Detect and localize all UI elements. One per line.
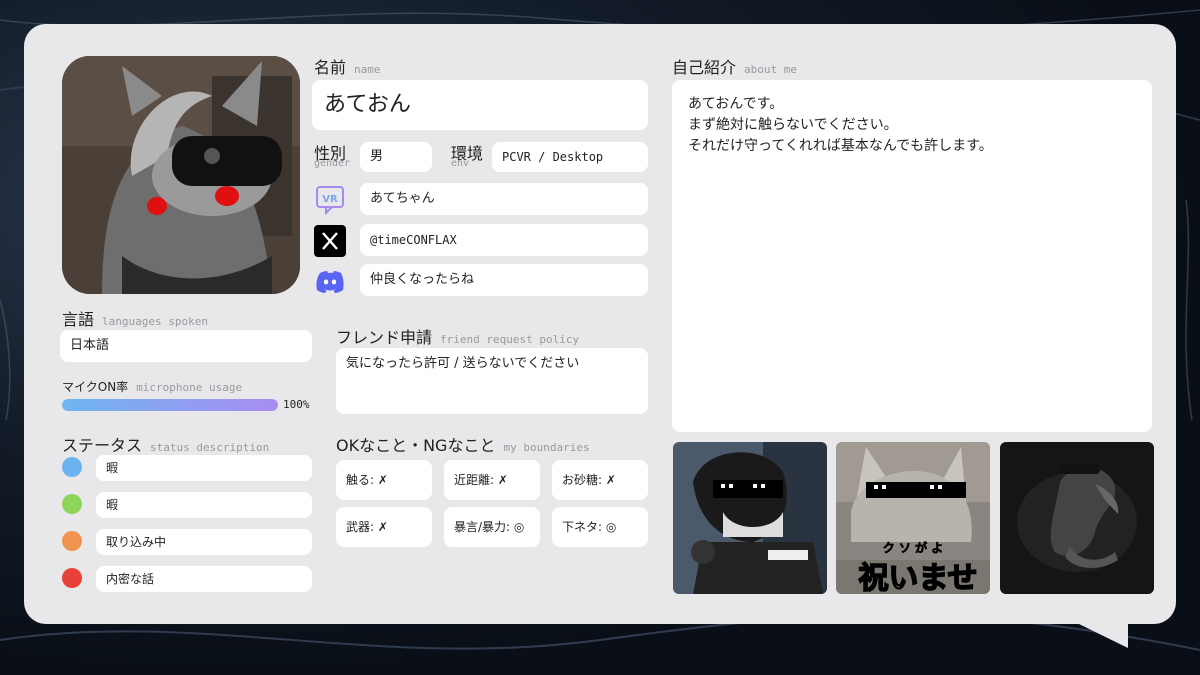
boundary-item: お砂糖: ✗ (552, 460, 648, 500)
languages-field: 日本語 (60, 330, 312, 362)
languages-sub: languages spoken (102, 315, 208, 328)
boundary-item: 近距離: ✗ (444, 460, 540, 500)
mic-percent: 100% (283, 398, 310, 411)
env-value: PCVR / Desktop (502, 150, 604, 164)
friend-heading: フレンド申請 friend request policy (336, 324, 579, 348)
about-line: あておんです。 (688, 96, 784, 112)
x-field: @timeCONFLAX (360, 224, 648, 256)
name-field: あておん (312, 80, 648, 130)
x-value: @timeCONFLAX (370, 233, 457, 247)
friend-sub: friend request policy (440, 333, 580, 346)
status-dot (62, 568, 82, 588)
discord-value: 仲良くなったらね (370, 272, 475, 287)
boundary-text: 暴言/暴力: ◎ (454, 520, 525, 534)
boundary-item: 武器: ✗ (336, 507, 432, 547)
env-field: PCVR / Desktop (492, 142, 648, 172)
mic-usage-fill (62, 399, 278, 411)
status-dot (62, 494, 82, 514)
languages-label: 言語 (62, 310, 95, 329)
status-sub: status description (150, 441, 270, 454)
mic-label: マイクON率 (62, 380, 129, 394)
speech-tail (1030, 600, 1128, 648)
discord-icon (316, 271, 344, 293)
env-sub: env (451, 158, 470, 169)
boundaries-sub: my boundaries (503, 441, 590, 454)
photo-thumbnail-3 (1000, 442, 1154, 594)
name-value: あておん (324, 92, 411, 117)
boundaries-heading: OKなこと・NGなこと my boundaries (336, 432, 590, 456)
vrchat-value: あてちゃん (370, 191, 435, 206)
about-line: まず絶対に触らないでください。 (688, 117, 898, 133)
about-label: 自己紹介 (672, 58, 737, 77)
boundary-text: 触る: ✗ (346, 473, 388, 487)
status-text: 内密な話 (106, 572, 155, 586)
friend-field: 気になったら許可 / 送らないでください (336, 348, 648, 414)
photo-caption-text: 祝いませ (858, 561, 977, 594)
photo-thumbnail-2: ク ソ が よ 祝いませ (836, 442, 990, 594)
languages-heading: 言語 languages spoken (62, 306, 208, 330)
status-item: 暇 (96, 455, 312, 481)
gender-field: 男 (360, 142, 432, 172)
boundary-text: 武器: ✗ (346, 520, 388, 534)
gender-value: 男 (370, 149, 384, 164)
vrchat-field: あてちゃん (360, 183, 648, 215)
status-item: 暇 (96, 492, 312, 518)
mic-heading: マイクON率 microphone usage (62, 378, 242, 395)
svg-text:VR: VR (322, 194, 338, 205)
boundary-item: 触る: ✗ (336, 460, 432, 500)
boundary-item: 暴言/暴力: ◎ (444, 507, 540, 547)
photo-thumbnail-1 (673, 442, 827, 594)
boundary-text: 近距離: ✗ (454, 473, 508, 487)
x-icon (314, 225, 346, 257)
status-text: 取り込み中 (106, 535, 167, 549)
about-sub: about me (744, 63, 797, 76)
status-heading: ステータス status description (62, 432, 269, 456)
name-label: 名前 (314, 58, 347, 77)
boundaries-label: OKなこと・NGなこと (336, 436, 496, 455)
discord-field: 仲良くなったらね (360, 264, 648, 296)
name-sub: name (354, 63, 381, 76)
status-label: ステータス (62, 436, 143, 455)
about-text: あておんです。 まず絶対に触らないでください。 それだけ守ってくれれば基本なんで… (688, 94, 1136, 157)
status-text: 暇 (106, 461, 119, 475)
boundary-text: お砂糖: ✗ (562, 473, 616, 487)
mic-sub: microphone usage (136, 381, 243, 394)
status-item: 取り込み中 (96, 529, 312, 555)
status-item: 内密な話 (96, 566, 312, 592)
languages-value: 日本語 (70, 338, 110, 353)
about-line: それだけ守ってくれれば基本なんでも許します。 (688, 138, 993, 154)
friend-label: フレンド申請 (336, 328, 433, 347)
status-text: 暇 (106, 498, 119, 512)
about-field: あておんです。 まず絶対に触らないでください。 それだけ守ってくれれば基本なんで… (672, 80, 1152, 432)
avatar-photo (62, 56, 300, 294)
name-heading: 名前 name (314, 54, 381, 78)
vrchat-icon: VR (316, 186, 344, 216)
about-heading: 自己紹介 about me (672, 54, 797, 78)
boundary-item: 下ネタ: ◎ (552, 507, 648, 547)
boundary-text: 下ネタ: ◎ (562, 520, 617, 534)
status-dot (62, 531, 82, 551)
status-dot (62, 457, 82, 477)
photo-caption-ruby: ク ソ が よ (883, 540, 944, 555)
gender-sub: gender (314, 158, 351, 169)
friend-value: 気になったら許可 / 送らないでください (346, 356, 580, 371)
mic-usage-bar (62, 399, 278, 411)
